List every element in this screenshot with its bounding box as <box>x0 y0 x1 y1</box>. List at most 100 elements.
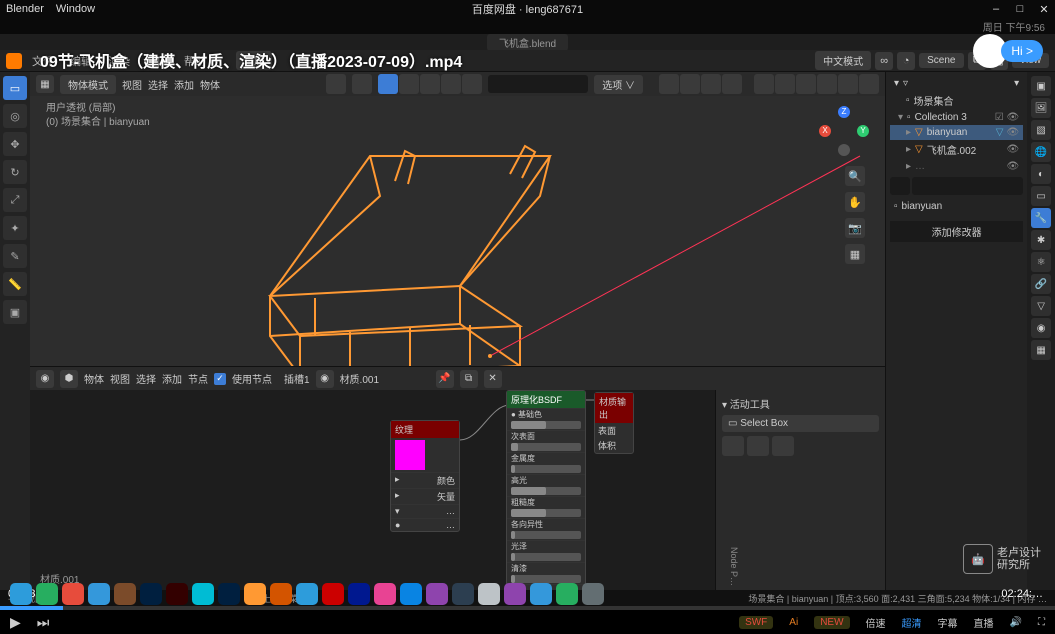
render-tab-icon[interactable]: ▣ <box>1031 76 1051 96</box>
subtitle-button[interactable]: 字幕 <box>938 615 958 630</box>
dock-app-icon[interactable] <box>322 583 344 605</box>
physics-tab-icon[interactable]: ⚛ <box>1031 252 1051 272</box>
constraint-tab-icon[interactable]: 🔗 <box>1031 274 1051 294</box>
shading-rendered-icon[interactable] <box>722 74 742 94</box>
dock-ps-icon[interactable] <box>140 583 162 605</box>
hand-icon[interactable]: ✋ <box>845 192 865 212</box>
material-tab-icon[interactable]: ◉ <box>1031 318 1051 338</box>
tool-icon-1[interactable] <box>722 436 744 456</box>
copy-icon[interactable]: ⧉ <box>460 370 478 388</box>
dock-app-icon[interactable] <box>88 583 110 605</box>
dock-app-icon[interactable] <box>296 583 318 605</box>
options-dropdown[interactable]: 选项 ∨ <box>594 75 643 94</box>
dock-app-icon[interactable] <box>270 583 292 605</box>
measure-tool-icon[interactable]: 📏 <box>3 272 27 296</box>
tool-icon-2[interactable] <box>747 436 769 456</box>
dock-app-icon[interactable] <box>374 583 396 605</box>
texture-node[interactable]: 纹理 ▸颜色 ▸矢量 ▾… ●… <box>390 420 460 532</box>
magnet-icon[interactable] <box>441 74 461 94</box>
use-nodes-checkbox[interactable]: ✓ <box>214 373 226 385</box>
object-name-field[interactable]: ▫ bianyuan <box>890 198 1023 215</box>
cursor-tool-icon[interactable]: ◎ <box>3 104 27 128</box>
select-tool-icon[interactable]: ▭ <box>3 76 27 100</box>
dock-app-icon[interactable] <box>426 583 448 605</box>
vp-menu-object[interactable]: 物体 <box>200 77 220 92</box>
output-node[interactable]: 材质输出 表面 体积 <box>594 392 634 454</box>
scene-dropdown[interactable]: Scene <box>919 53 963 68</box>
snap-target-icon[interactable] <box>399 74 419 94</box>
node-editor[interactable]: 纹理 ▸颜色 ▸矢量 ▾… ●… 原理化BSDF ● 基础色 次表面 金属度 高… <box>30 390 885 590</box>
orientation-icon[interactable] <box>326 74 346 94</box>
fullscreen-icon[interactable]: ⛶ <box>1038 617 1045 628</box>
ai-icon[interactable]: Ai <box>789 617 798 628</box>
mode-dropdown[interactable]: 物体模式 <box>60 75 116 94</box>
blender-logo-icon[interactable] <box>6 53 22 69</box>
prop-edit-icon[interactable] <box>420 74 440 94</box>
node-mode[interactable]: 物体 <box>84 371 104 386</box>
dock-blender-icon[interactable] <box>244 583 266 605</box>
dock-app-icon[interactable] <box>530 583 552 605</box>
vp-menu-add[interactable]: 添加 <box>174 77 194 92</box>
lang-mode[interactable]: 中文模式 <box>815 51 871 70</box>
close-icon[interactable]: ✕ <box>1039 3 1049 16</box>
scene-collection[interactable]: ▫ 场景集合 <box>890 91 1023 110</box>
dock-app-icon[interactable] <box>218 583 240 605</box>
select-box-tool[interactable]: ▭ Select Box <box>722 415 879 432</box>
vp-menu-select[interactable]: 选择 <box>148 77 168 92</box>
properties-search[interactable] <box>912 177 1023 195</box>
file-tab[interactable]: 飞机盒.blend <box>487 34 568 51</box>
dock-app-icon[interactable] <box>192 583 214 605</box>
dock-app-icon[interactable] <box>62 583 84 605</box>
material-dropdown[interactable]: 材质.001 <box>340 371 430 386</box>
node-menu-view[interactable]: 视图 <box>110 371 130 386</box>
collection-row[interactable]: ▾ ▫ Collection 3☑ 👁 <box>890 110 1023 125</box>
node-tree-icon[interactable]: ⬢ <box>60 370 78 388</box>
snap-icon[interactable] <box>378 74 398 94</box>
minimize-icon[interactable]: – <box>991 3 1001 16</box>
outliner-item-sel[interactable]: ▸▽ bianyuan▽ 👁 <box>890 125 1023 140</box>
dock-finder-icon[interactable] <box>10 583 32 605</box>
vp-menu-view[interactable]: 视图 <box>122 77 142 92</box>
avatar-bubble[interactable]: Hi > <box>973 34 1043 68</box>
addcube-tool-icon[interactable]: ▣ <box>3 300 27 324</box>
scale-tool-icon[interactable]: ⤢ <box>3 188 27 212</box>
object-tab-icon[interactable]: ▭ <box>1031 186 1051 206</box>
next-button[interactable]: ⏭ <box>37 614 50 631</box>
node-menu-select[interactable]: 选择 <box>136 371 156 386</box>
annotate-tool-icon[interactable]: ✎ <box>3 244 27 268</box>
data-tab-icon[interactable]: ▽ <box>1031 296 1051 316</box>
dock-app-icon[interactable] <box>348 583 370 605</box>
dock-app-icon[interactable] <box>452 583 474 605</box>
pivot-icon[interactable] <box>352 74 372 94</box>
dock-app-icon[interactable] <box>36 583 58 605</box>
view-render-icon[interactable] <box>859 74 879 94</box>
header-search[interactable] <box>488 75 588 93</box>
editor-type-icon[interactable]: ◉ <box>36 370 54 388</box>
view-material-icon[interactable] <box>838 74 858 94</box>
particle-tab-icon[interactable]: ✱ <box>1031 230 1051 250</box>
tool-icon-3[interactable] <box>772 436 794 456</box>
dock-ai-icon[interactable] <box>166 583 188 605</box>
volume-icon[interactable]: 🔊 <box>1010 617 1022 628</box>
node-menu-add[interactable]: 添加 <box>162 371 182 386</box>
search-icon[interactable] <box>890 177 910 195</box>
overlay-toggle-icon[interactable] <box>754 74 774 94</box>
share-icon[interactable]: ∞ <box>875 52 893 70</box>
viewlayer-tab-icon[interactable]: ▧ <box>1031 120 1051 140</box>
sphere-preview-icon[interactable]: ◉ <box>316 370 334 388</box>
pin-icon[interactable]: 📌 <box>436 370 454 388</box>
world-tab-icon[interactable]: ◐ <box>1031 164 1051 184</box>
dock-app-icon[interactable] <box>504 583 526 605</box>
scene-tab-icon[interactable]: 🌐 <box>1031 142 1051 162</box>
window-menu[interactable]: Window <box>56 3 95 15</box>
bsdf-node[interactable]: 原理化BSDF ● 基础色 次表面 金属度 高光 粗糙度 各向异性 光泽 清漆 … <box>506 390 586 590</box>
outliner-filter-icon[interactable]: ▾ <box>894 78 899 89</box>
lookback-button[interactable]: 直播 <box>974 615 994 630</box>
shading-wire-icon[interactable] <box>659 74 679 94</box>
view-solid-icon[interactable] <box>817 74 837 94</box>
rotate-tool-icon[interactable]: ↻ <box>3 160 27 184</box>
grid-icon[interactable]: ▦ <box>845 244 865 264</box>
gizmo-icon[interactable] <box>462 74 482 94</box>
camera-icon[interactable]: 📷 <box>845 218 865 238</box>
output-tab-icon[interactable]: 🖼 <box>1031 98 1051 118</box>
